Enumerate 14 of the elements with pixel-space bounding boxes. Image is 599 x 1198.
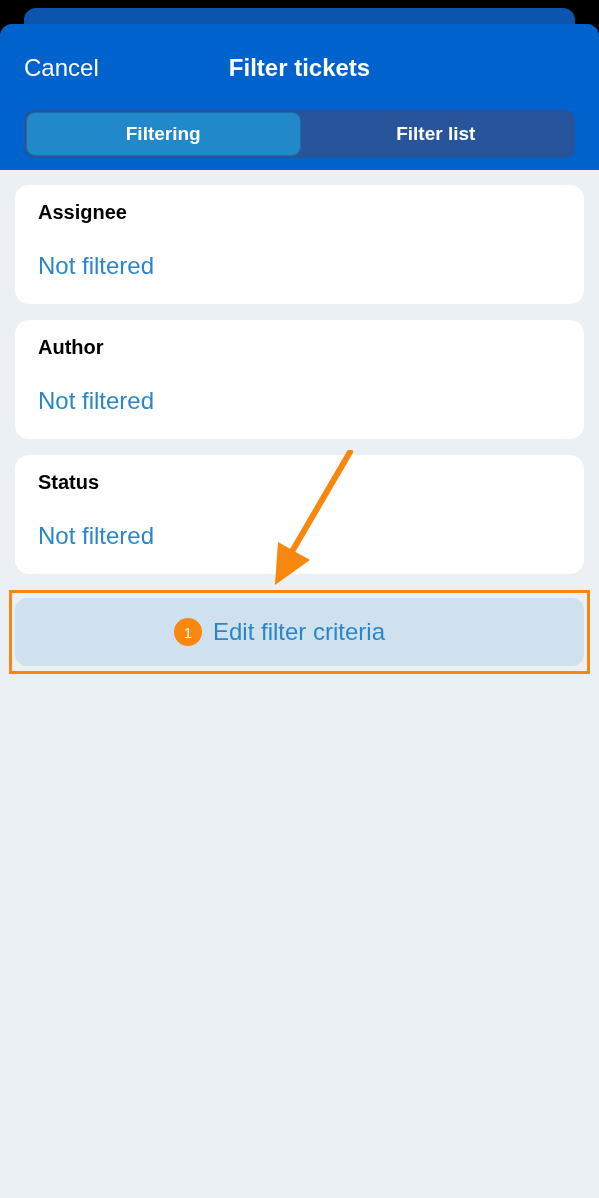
filter-label: Assignee	[38, 201, 127, 224]
filter-card[interactable]: Status Not filtered	[15, 455, 584, 574]
filter-value: Not filtered	[38, 387, 155, 415]
filter-value: Not filtered	[38, 522, 155, 550]
cancel-button[interactable]: Cancel	[24, 54, 99, 82]
step-badge: 1	[173, 618, 202, 646]
filter-label: Author	[38, 336, 104, 359]
segment-tab[interactable]: Filtering	[27, 113, 300, 155]
sheet-title: Filter tickets	[228, 54, 371, 81]
segment-tab[interactable]: Filter list	[299, 113, 572, 155]
filter-label: Status	[38, 471, 100, 494]
filter-card[interactable]: Assignee Not filtered	[15, 185, 584, 304]
filter-card[interactable]: Author Not filtered	[15, 320, 584, 439]
filter-value: Not filtered	[38, 252, 155, 280]
